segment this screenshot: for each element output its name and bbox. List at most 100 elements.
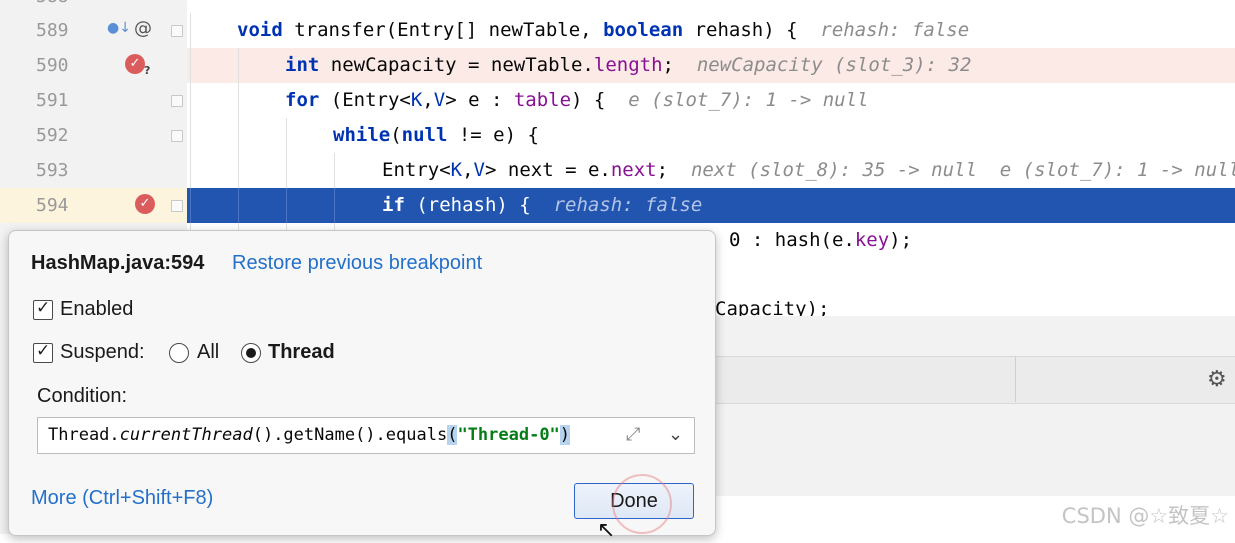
expand-icon[interactable]: ⤢ bbox=[626, 424, 640, 445]
chevron-down-icon[interactable]: ⌄ bbox=[668, 424, 683, 445]
breakpoint-selected-icon[interactable]: ✓ bbox=[135, 194, 155, 214]
line-number: 592 bbox=[36, 125, 69, 146]
code-text[interactable]: Capacity); bbox=[715, 293, 829, 317]
code-line: for (Entry<K,V> e : table) { e (slot_7):… bbox=[187, 83, 1235, 118]
watermark: CSDN @☆致夏☆ bbox=[1061, 504, 1229, 528]
line-number: 594 bbox=[36, 195, 69, 216]
code-line: int newCapacity = newTable.length; newCa… bbox=[187, 48, 1235, 83]
fold-marker-icon[interactable] bbox=[171, 200, 183, 212]
breakpoint-location: HashMap.java:594 bbox=[31, 252, 205, 274]
code-token: newCapacity = newTable. bbox=[319, 54, 594, 76]
indent-guide bbox=[190, 48, 191, 83]
gutter-line: 590 ✓ ? bbox=[0, 48, 187, 83]
gear-icon[interactable]: ⚙ bbox=[1207, 367, 1227, 392]
code-token: != e) { bbox=[447, 124, 539, 146]
code-token: K bbox=[450, 159, 463, 181]
code-token: ( bbox=[390, 124, 402, 146]
code-token: > e : bbox=[445, 89, 514, 111]
enabled-checkbox[interactable] bbox=[33, 298, 53, 320]
debugger-panel bbox=[714, 316, 1235, 496]
code-token: (rehash) { bbox=[404, 194, 554, 216]
code-line: Entry<K,V> next = e.next; next (slot_8):… bbox=[187, 153, 1235, 188]
code-token: ) { bbox=[571, 89, 629, 111]
code-token: V bbox=[433, 89, 446, 111]
code-token: boolean bbox=[603, 19, 684, 41]
code-token: null bbox=[401, 124, 448, 146]
debugger-toolbar bbox=[714, 356, 1235, 404]
code-text[interactable]: while(null != e) { bbox=[333, 118, 539, 153]
line-number: 588 bbox=[36, 0, 76, 7]
inline-debug-value: rehash: false bbox=[820, 19, 970, 41]
line-number: 589 bbox=[36, 20, 69, 41]
line-number: 593 bbox=[36, 160, 69, 181]
code-token: if bbox=[382, 194, 405, 216]
indent-guide bbox=[286, 153, 287, 188]
code-token: (Entry< bbox=[319, 89, 411, 111]
code-text[interactable]: for (Entry<K,V> e : table) { e (slot_7):… bbox=[285, 83, 868, 118]
mouse-cursor-icon: ↖ bbox=[597, 518, 616, 543]
indent-guide bbox=[286, 188, 287, 223]
inline-debug-value: rehash: false bbox=[553, 194, 703, 216]
indent-guide bbox=[334, 188, 335, 223]
inline-debug-value: e (slot_7): 1 -> null bbox=[628, 89, 869, 111]
suspend-all-radio[interactable] bbox=[169, 343, 189, 363]
suspend-checkbox[interactable] bbox=[33, 341, 53, 363]
indent-guide bbox=[238, 48, 239, 83]
code-token: length bbox=[593, 54, 663, 76]
code-line: void transfer(Entry[] newTable, boolean … bbox=[187, 13, 1235, 48]
at-icon: @ bbox=[134, 18, 152, 39]
more-link[interactable]: More (Ctrl+Shift+F8) bbox=[31, 487, 213, 510]
code-line: while(null != e) { bbox=[187, 118, 1235, 153]
gutter-line: 591 bbox=[0, 83, 187, 118]
indent-guide bbox=[238, 188, 239, 223]
code-text[interactable]: void transfer(Entry[] newTable, boolean … bbox=[237, 13, 969, 48]
fold-marker-icon[interactable] bbox=[171, 95, 183, 107]
inline-debug-value: next (slot_8): 35 -> null e (slot_7): 1 … bbox=[690, 159, 1235, 181]
indent-guide bbox=[238, 118, 239, 153]
inline-debug-value: newCapacity (slot_3): 32 bbox=[696, 54, 972, 76]
code-token: ); bbox=[889, 229, 913, 251]
suspend-thread-radio[interactable] bbox=[241, 343, 261, 363]
code-token: while bbox=[333, 124, 391, 146]
indent-guide bbox=[238, 153, 239, 188]
code-token: , bbox=[422, 89, 434, 111]
breakpoint-popup: HashMap.java:594 Restore previous breakp… bbox=[8, 230, 716, 543]
code-token: K bbox=[410, 89, 423, 111]
indent-guide bbox=[334, 153, 335, 188]
code-token: Capacity); bbox=[715, 298, 830, 317]
suspend-label: Suspend: bbox=[60, 341, 145, 363]
code-token: for bbox=[285, 89, 320, 111]
code-token: ; bbox=[662, 54, 697, 76]
code-text[interactable]: int newCapacity = newTable.length; newCa… bbox=[285, 48, 971, 83]
indent-guide bbox=[238, 83, 239, 118]
run-to-cursor-icon[interactable]: ●↓ bbox=[107, 20, 131, 36]
suspend-all-label: All bbox=[197, 341, 220, 363]
condition-input[interactable]: Thread.currentThread().getName().equals(… bbox=[37, 417, 695, 454]
line-number: 591 bbox=[36, 90, 69, 111]
code-text[interactable]: 0 : hash(e.key); bbox=[729, 223, 912, 258]
code-token: transfer(Entry[] newTable, bbox=[282, 19, 604, 41]
code-text[interactable]: Entry<K,V> next = e.next; next (slot_8):… bbox=[382, 153, 1235, 188]
gutter-line: 594 ✓ bbox=[0, 188, 187, 223]
code-token: next bbox=[610, 159, 657, 181]
fold-marker-icon[interactable] bbox=[171, 130, 183, 142]
gutter-line: 589 ●↓ @ bbox=[0, 13, 187, 48]
code-token: void bbox=[237, 19, 283, 41]
restore-breakpoint-link[interactable]: Restore previous breakpoint bbox=[232, 252, 482, 275]
condition-expression[interactable]: Thread.currentThread().getName().equals(… bbox=[48, 425, 571, 445]
code-text[interactable]: if (rehash) { rehash: false bbox=[382, 188, 702, 223]
code-token: > next = e. bbox=[485, 159, 611, 181]
code-line-selected: if (rehash) { rehash: false bbox=[187, 188, 1235, 223]
indent-guide bbox=[190, 118, 191, 153]
indent-guide bbox=[190, 188, 191, 223]
code-token: Entry< bbox=[382, 159, 451, 181]
indent-guide bbox=[190, 13, 191, 48]
breakpoint-conditional-icon[interactable]: ✓ bbox=[125, 54, 145, 74]
condition-label: Condition: bbox=[37, 385, 128, 407]
code-token: table bbox=[513, 89, 572, 111]
indent-guide bbox=[190, 83, 191, 118]
line-number: 590 bbox=[36, 55, 69, 76]
fold-marker-icon[interactable] bbox=[171, 25, 183, 37]
question-icon: ? bbox=[144, 64, 151, 77]
code-token: , bbox=[462, 159, 474, 181]
